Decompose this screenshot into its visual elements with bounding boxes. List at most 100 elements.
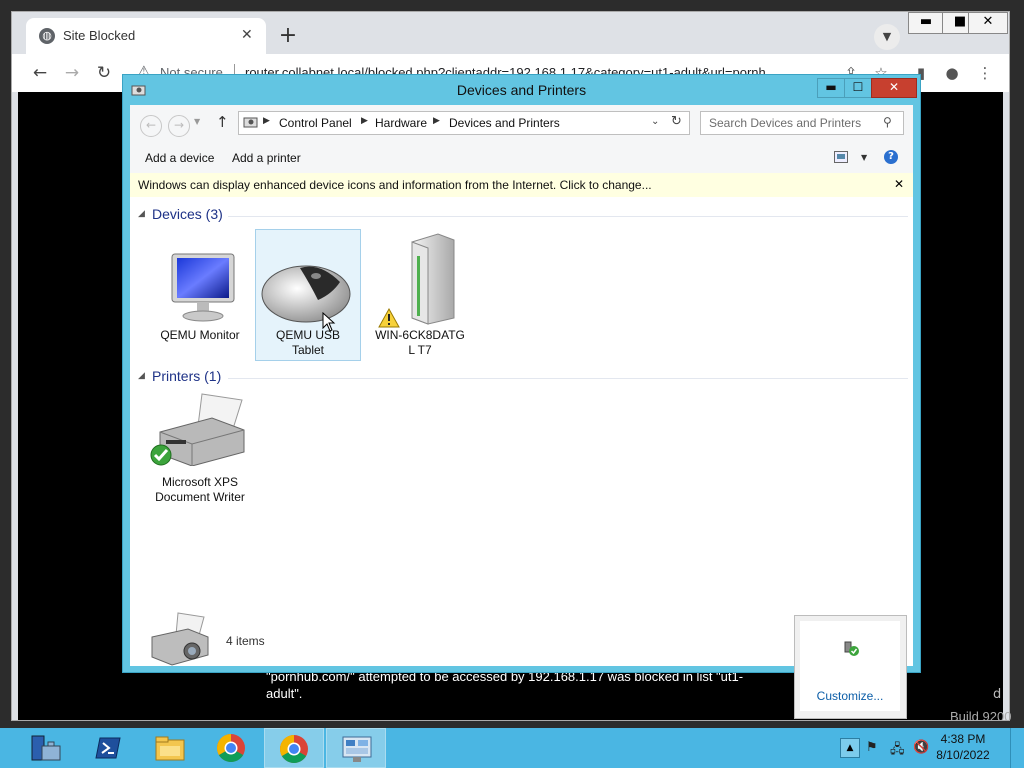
- network-icon[interactable]: 🖧: [890, 740, 905, 762]
- back-button[interactable]: ←: [29, 62, 51, 84]
- chrome-taskbar-button-active[interactable]: [264, 728, 324, 768]
- page-edge-text: d: [993, 687, 1002, 702]
- printer-item-xps[interactable]: Microsoft XPS Document Writer: [148, 392, 252, 522]
- device-label-text: WIN-6CK8DATGL T7: [375, 328, 465, 357]
- default-printer-check-icon: [150, 444, 172, 469]
- reload-button[interactable]: ↻: [93, 62, 115, 84]
- info-bar-message[interactable]: Windows can display enhanced device icon…: [138, 178, 652, 192]
- server-manager-button[interactable]: [15, 728, 75, 768]
- devices-and-printers-window: Devices and Printers ▬ ☐ ✕ ← → ▼ ↑ ▶ Con…: [122, 74, 921, 673]
- collapse-triangle-icon[interactable]: ◢: [138, 371, 145, 381]
- search-icon[interactable]: ⚲: [883, 115, 892, 129]
- new-tab-button[interactable]: +: [274, 24, 302, 50]
- clock-date: 8/10/2022: [936, 748, 990, 762]
- browser-tab[interactable]: ◍ Site Blocked ✕: [26, 18, 266, 54]
- chrome-icon: [279, 734, 309, 767]
- info-bar[interactable]: Windows can display enhanced device icon…: [130, 173, 913, 197]
- printer-label-text: Microsoft XPS Document Writer: [155, 475, 245, 504]
- computer-tower-icon: [398, 230, 464, 329]
- refresh-icon[interactable]: ↻: [671, 114, 682, 129]
- device-label: QEMU USB Tablet: [256, 328, 360, 358]
- customize-link[interactable]: Customize...: [800, 689, 900, 703]
- group-divider: [228, 378, 908, 379]
- tab-search-button[interactable]: ▼: [874, 24, 900, 50]
- address-dropdown-icon[interactable]: ⌄: [651, 116, 659, 127]
- item-count: 4 items: [226, 634, 265, 648]
- group-divider: [228, 216, 908, 217]
- show-hidden-icons-button[interactable]: ▲: [840, 738, 860, 758]
- tab-title: Site Blocked: [63, 28, 136, 43]
- maximize-button[interactable]: ☐: [844, 78, 872, 98]
- mouse-icon: [260, 254, 352, 329]
- add-device-button[interactable]: Add a device: [145, 151, 214, 165]
- printer-label: Microsoft XPS Document Writer: [148, 475, 252, 505]
- breadcrumb-separator-icon[interactable]: ▶: [433, 116, 440, 126]
- device-item-computer[interactable]: WIN-6CK8DATGL T7: [368, 230, 472, 360]
- tab-close-button[interactable]: ✕: [241, 27, 253, 43]
- show-desktop-button[interactable]: [1010, 728, 1024, 768]
- view-options-chevron-icon[interactable]: ▼: [861, 153, 867, 162]
- forward-arrow-icon[interactable]: →: [168, 115, 190, 137]
- window-title: Devices and Printers: [456, 82, 587, 98]
- back-arrow-icon[interactable]: ←: [140, 115, 162, 137]
- monitor-icon: [168, 250, 238, 329]
- breadcrumb-separator-icon[interactable]: ▶: [361, 116, 368, 126]
- search-input[interactable]: Search Devices and Printers: [709, 116, 861, 130]
- action-center-flag-icon[interactable]: ⚑: [866, 740, 878, 755]
- file-explorer-button[interactable]: [140, 728, 200, 768]
- control-panel-icon: [341, 734, 373, 767]
- printers-group-title[interactable]: Printers (1): [152, 368, 221, 384]
- browser-minimize-button[interactable]: ▬: [908, 12, 944, 34]
- browser-close-button[interactable]: ✕: [968, 12, 1008, 34]
- devices-group-header[interactable]: ◢ Devices (3): [130, 204, 913, 226]
- collapse-triangle-icon[interactable]: ◢: [138, 209, 145, 219]
- printers-group-header[interactable]: ◢ Printers (1): [130, 366, 913, 388]
- device-label: WIN-6CK8DATGL T7: [368, 328, 472, 358]
- safely-remove-hardware-icon[interactable]: [842, 641, 860, 660]
- profile-icon[interactable]: ●: [941, 62, 963, 84]
- browser-tab-strip: ◍ Site Blocked ✕ + ▼ ▬ ■ ✕: [12, 12, 1009, 54]
- info-bar-close-button[interactable]: ✕: [894, 177, 904, 191]
- menu-dots-icon[interactable]: ⋮: [974, 62, 996, 84]
- search-box[interactable]: Search Devices and Printers ⚲: [700, 111, 904, 135]
- close-button[interactable]: ✕: [871, 78, 917, 98]
- control-panel-icon: [243, 115, 259, 132]
- up-arrow-icon[interactable]: ↑: [216, 113, 229, 131]
- command-bar: Add a device Add a printer ▼ ?: [130, 143, 913, 173]
- recent-locations-chevron-icon[interactable]: ▼: [194, 117, 200, 126]
- device-item-usb-tablet[interactable]: QEMU USB Tablet: [255, 229, 361, 361]
- tray-overflow-popup: Customize...: [794, 615, 907, 719]
- block-message: "pornhub.com/" attempted to be accessed …: [266, 668, 786, 702]
- window-titlebar[interactable]: Devices and Printers ▬ ☐ ✕: [123, 75, 920, 105]
- globe-icon: ◍: [39, 28, 55, 44]
- devices-printers-large-icon: [148, 611, 212, 672]
- tray-overflow-panel: Customize...: [800, 621, 900, 711]
- devices-printers-taskbar-button[interactable]: [326, 728, 386, 768]
- forward-button[interactable]: →: [61, 62, 83, 84]
- device-item-monitor[interactable]: QEMU Monitor: [148, 230, 252, 360]
- minimize-button[interactable]: ▬: [817, 78, 845, 98]
- devices-group-title[interactable]: Devices (3): [152, 206, 223, 222]
- chrome-icon: [216, 733, 246, 766]
- block-message-line-2: adult".: [266, 686, 303, 701]
- powershell-button[interactable]: [78, 728, 138, 768]
- breadcrumb-devices-and-printers[interactable]: Devices and Printers: [449, 116, 560, 130]
- change-view-icon[interactable]: [834, 151, 848, 166]
- taskbar-clock[interactable]: 4:38 PM 8/10/2022: [928, 731, 998, 763]
- help-icon[interactable]: ?: [884, 150, 898, 164]
- breadcrumb-hardware[interactable]: Hardware: [375, 116, 427, 130]
- add-printer-button[interactable]: Add a printer: [232, 151, 301, 165]
- window-body: ← → ▼ ↑ ▶ Control Panel ▶ Hardware ▶ Dev…: [130, 105, 913, 666]
- breadcrumb-separator-icon[interactable]: ▶: [263, 116, 270, 126]
- navigation-bar: ← → ▼ ↑ ▶ Control Panel ▶ Hardware ▶ Dev…: [130, 105, 913, 143]
- breadcrumb-control-panel[interactable]: Control Panel: [279, 116, 352, 130]
- folder-icon: [154, 734, 186, 765]
- mouse-cursor-icon: [322, 311, 336, 335]
- device-label: QEMU Monitor: [160, 328, 240, 342]
- volume-muted-icon[interactable]: 🔇: [913, 740, 929, 755]
- clock-time: 4:38 PM: [940, 732, 986, 746]
- server-manager-icon: [30, 734, 62, 765]
- chrome-taskbar-button[interactable]: [202, 728, 262, 768]
- address-box[interactable]: ▶ Control Panel ▶ Hardware ▶ Devices and…: [238, 111, 690, 135]
- taskbar: ▲ ⚑ 🖧 🔇 4:38 PM 8/10/2022: [0, 728, 1024, 768]
